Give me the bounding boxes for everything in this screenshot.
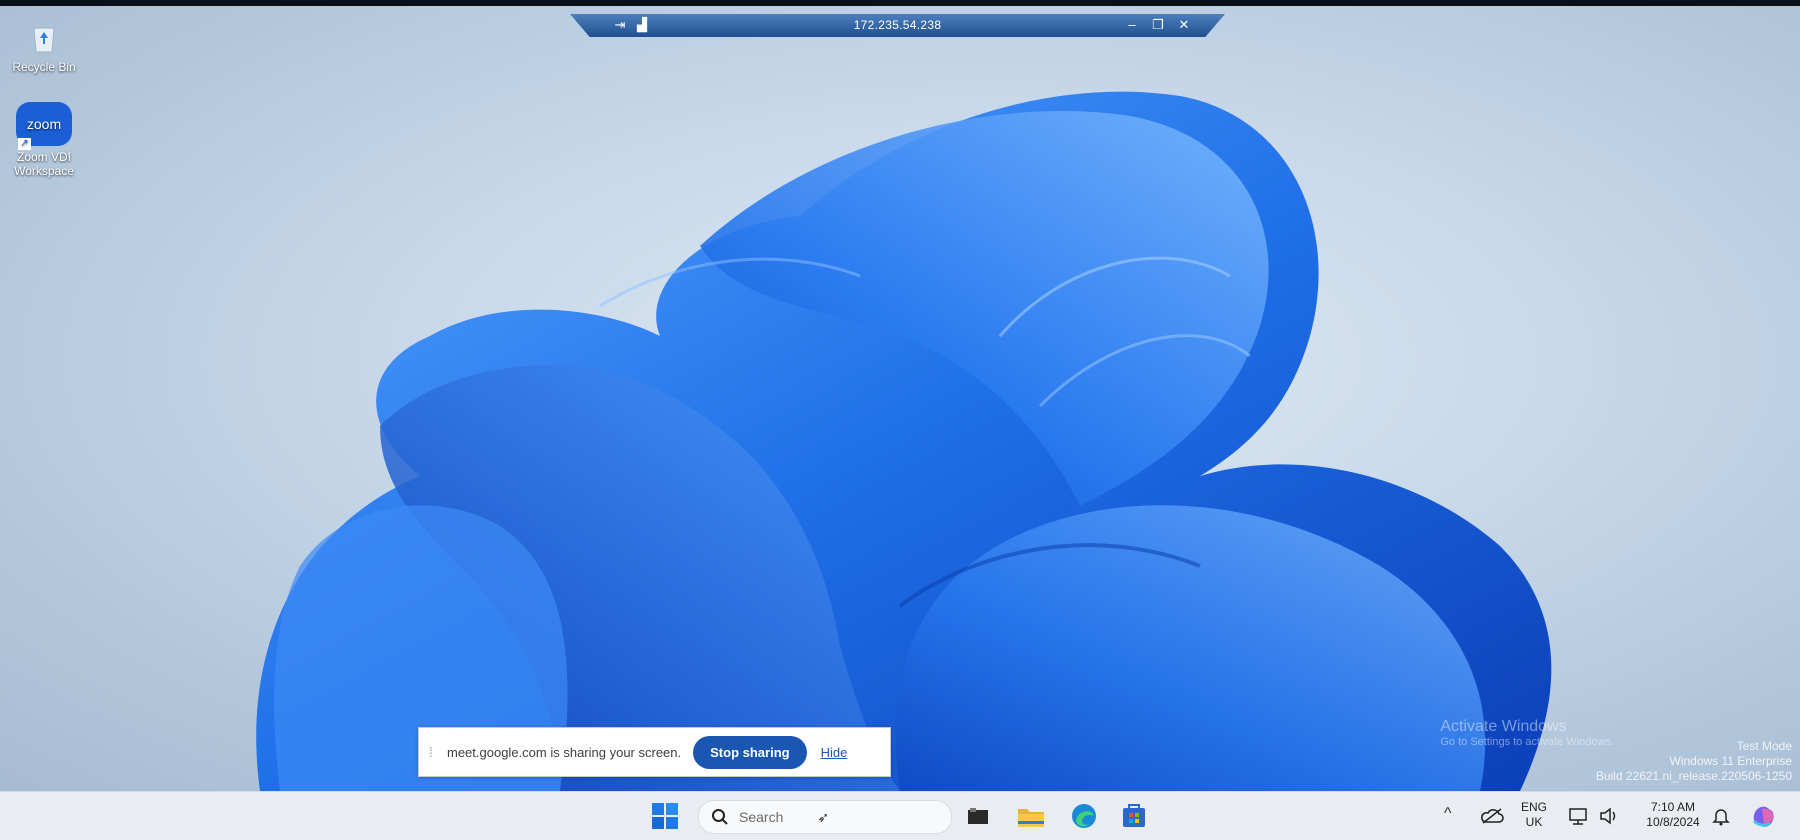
desktop-icon-recycle-bin[interactable]: Recycle Bin <box>0 16 88 74</box>
task-view-button[interactable] <box>962 800 994 832</box>
restore-icon[interactable]: ❐ <box>1148 16 1168 34</box>
task-view-icon <box>968 808 988 824</box>
clock-date: 10/8/2024 <box>1646 815 1700 829</box>
screen-share-bar: ⁞ meet.google.com is sharing your screen… <box>418 727 891 777</box>
taskbar: Search ➶ ^ ENG UK 7:10 AM 10/8/2024 <box>0 791 1800 840</box>
start-button[interactable] <box>649 800 681 832</box>
clock-time: 7:10 AM <box>1650 800 1696 814</box>
volume-icon[interactable] <box>1598 806 1620 826</box>
language-text: ENG <box>1520 800 1547 814</box>
activate-title: Activate Windows <box>1440 718 1567 735</box>
shortcut-arrow-icon: ↗ <box>18 138 31 150</box>
test-mode-text: Test Mode <box>1736 739 1792 753</box>
onedrive-icon[interactable] <box>1480 807 1504 825</box>
search-icon <box>712 809 728 825</box>
wallpaper-bloom <box>256 91 1552 791</box>
clock[interactable]: 7:10 AM 10/8/2024 <box>1634 800 1712 830</box>
start-icon <box>652 803 678 829</box>
zoom-label: Zoom VDI Workspace <box>14 150 74 178</box>
desktop-icon-zoom[interactable]: zoom ↗ Zoom VDI Workspace <box>0 102 88 178</box>
show-hidden-icons-chevron-icon[interactable]: ^ <box>1444 805 1452 823</box>
minimize-icon[interactable]: – <box>1122 16 1142 34</box>
edition-text: Windows 11 Enterprise <box>1669 754 1793 768</box>
build-watermark: Test Mode Windows 11 Enterprise Build 22… <box>1596 739 1792 784</box>
region-text: UK <box>1525 815 1543 829</box>
copilot-icon[interactable] <box>1748 801 1778 831</box>
search-placeholder: Search <box>739 809 784 825</box>
zoom-icon: zoom ↗ <box>16 102 72 150</box>
edge-icon <box>1072 804 1096 828</box>
mouse-cursor-icon: ➶ <box>817 808 830 825</box>
language-indicator[interactable]: ENG UK <box>1516 800 1552 830</box>
store-button[interactable] <box>1118 800 1150 832</box>
store-icon <box>1123 804 1145 827</box>
recycle-bin-label: Recycle Bin <box>12 60 76 74</box>
zoom-badge-text: zoom <box>26 116 62 132</box>
activate-subtitle: Go to Settings to activate Windows. <box>1440 736 1614 748</box>
hide-link[interactable]: Hide <box>821 745 848 760</box>
taskbar-search-box[interactable]: Search ➶ <box>698 800 952 834</box>
stop-sharing-button[interactable]: Stop sharing <box>693 735 807 769</box>
drag-handle-icon[interactable]: ⁞ <box>429 744 439 760</box>
activate-windows-watermark: Activate Windows Go to Settings to activ… <box>1440 718 1614 748</box>
file-explorer-button[interactable] <box>1015 800 1047 832</box>
desktop: Recycle Bin zoom ↗ Zoom VDI Workspace ⇥ … <box>0 6 1800 791</box>
notification-bell-icon[interactable] <box>1712 806 1730 826</box>
file-explorer-icon <box>1018 809 1044 827</box>
recycle-bin-icon <box>33 27 55 53</box>
close-icon[interactable]: ✕ <box>1174 16 1194 34</box>
rdp-connection-bar: ⇥ ▟ 172.235.54.238 – ❐ ✕ <box>570 14 1225 37</box>
network-icon[interactable] <box>1568 806 1590 826</box>
build-text: Build 22621.ni_release.220506-1250 <box>1595 769 1792 783</box>
edge-button[interactable] <box>1068 800 1100 832</box>
share-message: meet.google.com is sharing your screen. <box>447 744 682 760</box>
